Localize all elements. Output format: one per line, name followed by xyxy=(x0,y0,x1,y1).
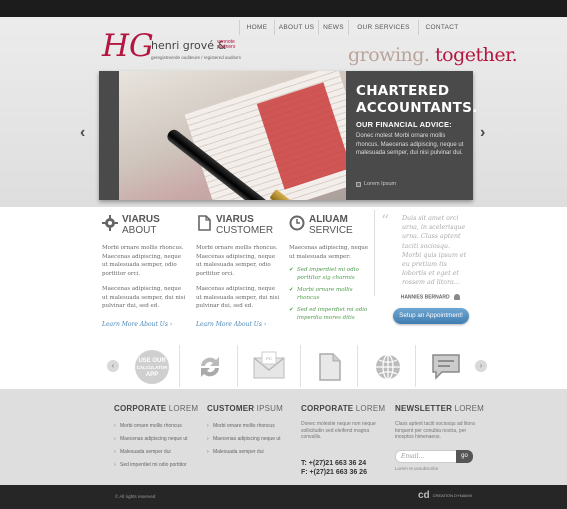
footer-column-newsletter: NEWSLETTER LOREM Class aptent taciti soc… xyxy=(395,404,485,441)
credit-logo: cd xyxy=(418,490,430,501)
divider xyxy=(374,210,375,296)
svg-text:CALCULATOR: CALCULATOR xyxy=(137,365,169,370)
logo-name: henri grové & xyxy=(151,39,227,52)
clock-icon xyxy=(289,215,305,231)
slider-link-label: Lorem Ipsum xyxy=(364,181,397,187)
logo-partners: vennote partners xyxy=(217,39,236,50)
unsubscribe-link[interactable]: Lorem et unsubscribe xyxy=(395,466,438,471)
tagline: growing. together. xyxy=(348,44,518,66)
nav-news[interactable]: NEWS xyxy=(319,20,349,35)
footer-heading: CUSTOMER IPSUM xyxy=(207,404,284,413)
icon-strip: ‹ USE OUR CALCULATOR APP PC › xyxy=(107,343,488,391)
slider-link[interactable]: Lorem Ipsum xyxy=(356,181,396,187)
top-bar xyxy=(0,0,567,17)
footer-link[interactable]: Morbi ornare mollis rhoncus xyxy=(114,422,204,430)
tagline-together: together. xyxy=(435,44,518,66)
nav-contact[interactable]: CONTACT xyxy=(419,20,465,35)
column-service: ALIUAM SERVICE Maecenas adipiscing, neque… xyxy=(289,214,374,326)
play-icon xyxy=(356,181,361,187)
nav-our-services[interactable]: OUR SERVICES xyxy=(349,20,419,35)
globe-icon[interactable] xyxy=(363,343,413,391)
chat-icon[interactable] xyxy=(421,343,471,391)
slider-prev-arrow-icon[interactable]: ‹ xyxy=(80,124,85,142)
icon-strip-next-icon[interactable]: › xyxy=(475,360,487,372)
document-icon xyxy=(198,215,211,231)
credit[interactable]: cd CREATION DYNAMIX xyxy=(418,490,472,501)
credit-text: CREATION DYNAMIX xyxy=(432,493,473,498)
logo[interactable]: HG henri grové & vennote partners geregi… xyxy=(102,29,252,69)
logo-mark: HG xyxy=(102,28,154,64)
quote-mark-icon: “ xyxy=(381,211,390,230)
slider-next-arrow-icon[interactable]: › xyxy=(480,124,485,142)
email-field[interactable]: Email... xyxy=(395,450,457,463)
testimonial-text: Duis sit amet orci urna, in scelerisque … xyxy=(402,215,467,287)
envelope-icon[interactable]: PC xyxy=(244,343,294,391)
column-customer: VIARUS CUSTOMER Morbi ornare mollis rhonc… xyxy=(196,214,281,328)
footer-heading: NEWSLETTER LOREM xyxy=(395,404,484,413)
testimonial-author: HANNIES BERNARD xyxy=(378,293,470,300)
refresh-arrows-icon[interactable] xyxy=(185,343,235,391)
list-item: Sed imperdiet mi odio porttitor sig char… xyxy=(289,266,374,282)
column-customer-text-2: Maecenas adipiscing, neque ut malesuada … xyxy=(196,286,280,309)
bottom-bar xyxy=(0,485,567,509)
footer-heading: CORPORATE LOREM xyxy=(301,404,386,413)
user-icon xyxy=(454,293,460,300)
icon-strip-prev-icon[interactable]: ‹ xyxy=(107,360,119,372)
footer-column-contact: CORPORATE LOREM Donec molestie neque non… xyxy=(301,404,391,477)
column-about-title: VIARUS ABOUT xyxy=(122,214,160,236)
column-about: VIARUS ABOUT Morbi ornare mollis rhoncus.… xyxy=(102,214,187,328)
slider-caption: CHARTERED ACCOUNTANTS. OUR FINANCIAL ADV… xyxy=(356,83,478,158)
footer-phone: T: +(27)21 663 36 24 F: +(27)21 663 36 26 xyxy=(301,459,367,476)
footer-heading: CORPORATE LOREM xyxy=(114,404,199,413)
tagline-growing: growing. xyxy=(348,44,430,66)
use-our-calculator-app-icon[interactable]: USE OUR CALCULATOR APP xyxy=(127,343,177,391)
testimonial: “ Duis sit amet orci urna, in scelerisqu… xyxy=(378,211,470,300)
setup-appointment-button[interactable]: Setup an Appointment! xyxy=(393,308,469,324)
newsletter-text: Class aptent taciti sociosqu ad litora t… xyxy=(395,421,475,440)
hero-slider: CHARTERED ACCOUNTANTS. OUR FINANCIAL ADV… xyxy=(99,71,478,200)
footer-link[interactable]: Maecenas adipiscing neque ut xyxy=(207,435,297,443)
slider-title: CHARTERED ACCOUNTANTS. xyxy=(356,83,478,116)
footer-column-customer: CUSTOMER IPSUM Morbi ornare mollis rhonc… xyxy=(207,404,297,461)
footer-link[interactable]: Malesuada semper dui xyxy=(114,448,204,456)
footer-link[interactable]: Sed imperdiet mi odio porttitor xyxy=(114,461,204,469)
list-item: Morbi ornare mollis rhoncus xyxy=(289,286,374,302)
slider-subtitle: OUR FINANCIAL ADVICE: xyxy=(356,120,452,129)
svg-text:APP: APP xyxy=(146,372,158,378)
column-customer-title: VIARUS CUSTOMER xyxy=(216,214,274,236)
column-service-title: ALIUAM SERVICE xyxy=(309,214,353,236)
column-about-text-1: Morbi ornare mollis rhoncus. Maecenas ad… xyxy=(102,245,184,277)
footer-link[interactable]: Maecenas adipiscing neque ut xyxy=(114,435,204,443)
footer-link[interactable]: Morbi ornare mollis rhoncus xyxy=(207,422,297,430)
column-customer-text-1: Morbi ornare mollis rhoncus. Maecenas ad… xyxy=(196,245,278,277)
go-button[interactable]: go xyxy=(456,450,473,463)
main-nav: HOME ABOUT US NEWS OUR SERVICES CONTACT xyxy=(239,20,465,35)
learn-more-link[interactable]: Learn More About Us › xyxy=(102,321,187,328)
slider-text: Donec molest Morbi ornare mollis rhoncus… xyxy=(356,133,464,156)
footer-link[interactable]: Malesuada semper dui xyxy=(207,448,297,456)
nav-about-us[interactable]: ABOUT US xyxy=(275,20,319,35)
copyright: © All rights reserved xyxy=(115,494,156,499)
learn-more-link[interactable]: Learn More About Us › xyxy=(196,321,281,328)
service-list: Sed imperdiet mi odio porttitor sig char… xyxy=(289,266,374,322)
newsletter-form: Email... go xyxy=(395,450,473,463)
column-about-text-2: Maecenas adipiscing, neque ut malesuada … xyxy=(102,286,186,309)
logo-subtitle: geregistreerde ouditeure / registered au… xyxy=(151,55,242,60)
icon-strip-badge: USE OUR xyxy=(138,358,166,364)
gear-icon xyxy=(102,215,118,231)
svg-text:PC: PC xyxy=(266,356,272,361)
slider-image xyxy=(119,71,346,200)
list-item: Sed ed imperdiet mi odio imperdia mores … xyxy=(289,306,374,322)
page-icon[interactable] xyxy=(305,343,355,391)
column-service-text: Maecenas adipiscing, neque ut malesuada … xyxy=(289,245,369,260)
footer-column-corporate: CORPORATE LOREM Morbi ornare mollis rhon… xyxy=(114,404,204,474)
footer-contact-text: Donec molestie neque non neque sollicitu… xyxy=(301,421,376,440)
